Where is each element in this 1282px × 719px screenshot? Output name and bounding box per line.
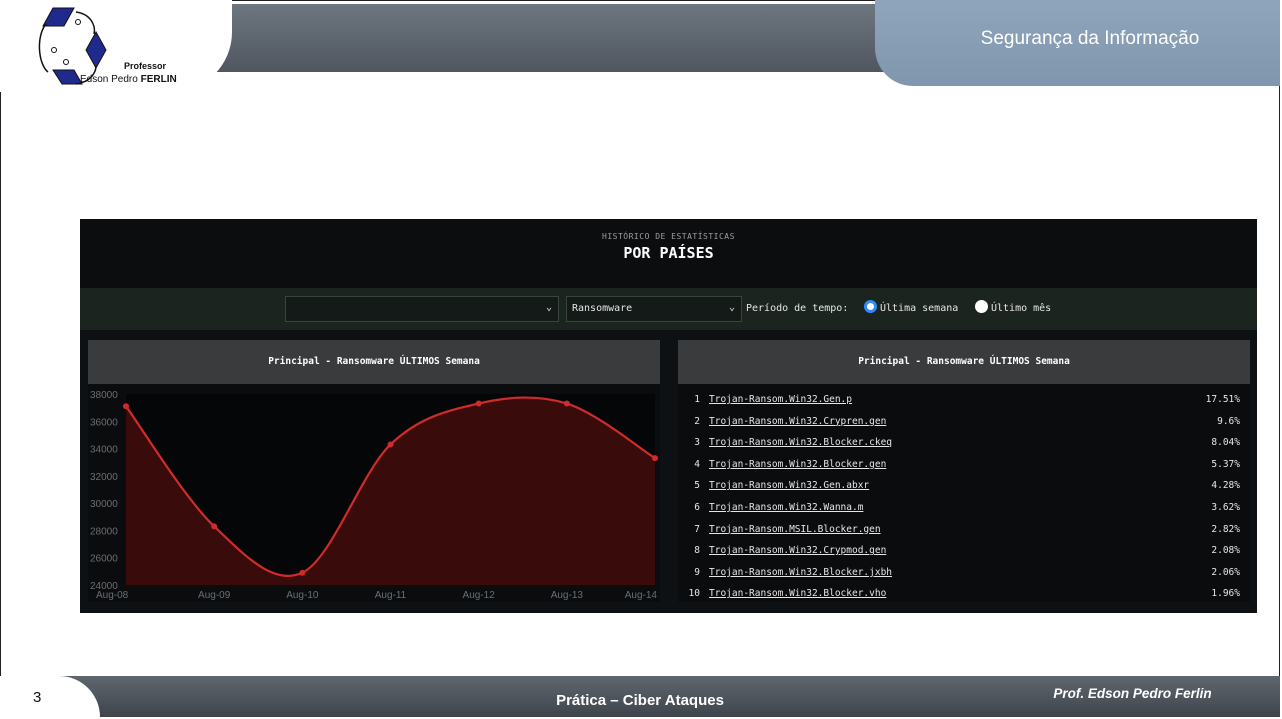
top-list-panel: Principal - Ransomware ÚLTIMOS Semana 1T…: [678, 340, 1250, 602]
widget-header: HISTÓRICO DE ESTATÍSTICAS POR PAÍSES: [80, 219, 1257, 288]
x-tick-label: Aug-11: [375, 590, 407, 601]
logo-professor-label: Professor: [124, 61, 167, 71]
widget-title: POR PAÍSES: [623, 244, 714, 262]
list-item-link[interactable]: Trojan-Ransom.MSIL.Blocker.gen: [709, 524, 881, 535]
chevron-down-icon: ⌄: [728, 302, 735, 313]
y-tick-label: 34000: [90, 445, 118, 456]
list-item-percent: 2.06%: [1211, 566, 1240, 578]
list-item-percent: 4.28%: [1211, 480, 1240, 492]
x-tick-label: Aug-14: [625, 590, 658, 601]
list-item-percent: 2.08%: [1211, 545, 1240, 557]
country-select[interactable]: ⌄: [285, 296, 559, 322]
y-tick-label: 26000: [90, 554, 118, 565]
data-point-Aug-09: [211, 523, 218, 530]
x-tick-label: Aug-12: [463, 590, 496, 601]
list-item-rank: 9: [694, 566, 700, 578]
x-tick-label: Aug-08: [96, 590, 129, 601]
y-tick-label: 36000: [90, 417, 118, 428]
list-item: 3 Trojan-Ransom.Win32.Blocker.ckeq 8.04%: [678, 432, 1250, 453]
radio-last-week[interactable]: [864, 300, 877, 313]
list-item-link[interactable]: Trojan-Ransom.Win32.Wanna.m: [709, 502, 863, 513]
list-item-rank: 4: [694, 458, 700, 470]
list-item-percent: 9.6%: [1217, 415, 1240, 427]
list-item-rank: 1: [694, 394, 700, 405]
list-item: 8 Trojan-Ransom.Win32.Crypmod.gen 2.08%: [678, 540, 1250, 561]
list-item: 7 Trojan-Ransom.MSIL.Blocker.gen 2.82%: [678, 519, 1250, 540]
list-item-rank: 8: [694, 545, 700, 557]
y-tick-label: 30000: [90, 499, 118, 510]
x-tick-label: Aug-09: [198, 590, 231, 601]
logo: Professor Edson Pedro FERLIN: [0, 0, 232, 92]
list-item: 6 Trojan-Ransom.Win32.Wanna.m 3.62%: [678, 497, 1250, 518]
list-item: 2 Trojan-Ransom.Win32.Crypren.gen 9.6%: [678, 411, 1250, 432]
widget-subtitle: HISTÓRICO DE ESTATÍSTICAS: [602, 232, 735, 241]
list-item-percent: 2.82%: [1211, 523, 1240, 535]
list-item-rank: 5: [694, 480, 700, 492]
x-tick-label: Aug-10: [286, 590, 319, 601]
list-item: 10 Trojan-Ransom.Win32.Blocker.vho 1.96%: [678, 583, 1250, 604]
data-point-Aug-14: [652, 455, 658, 462]
radio-last-week-label[interactable]: Última semana: [880, 303, 958, 314]
y-tick-label: 38000: [90, 390, 118, 401]
data-point-Aug-08: [123, 403, 129, 410]
list-item-percent: 8.04%: [1211, 437, 1240, 449]
list-item-percent: 1.96%: [1211, 588, 1240, 600]
footer-title: Prática – Ciber Ataques: [556, 692, 724, 709]
list-item-link[interactable]: Trojan-Ransom.Win32.Crypren.gen: [709, 416, 886, 427]
list-item-link[interactable]: Trojan-Ransom.Win32.Blocker.vho: [709, 588, 886, 599]
radio-last-month-label[interactable]: Último mês: [991, 303, 1051, 314]
logo-name-first: Edson Pedro: [80, 74, 141, 85]
list-item: 4 Trojan-Ransom.Win32.Blocker.gen 5.37%: [678, 454, 1250, 475]
logo-name-last: FERLIN: [140, 74, 177, 85]
list-item-rank: 2: [694, 415, 700, 427]
list-item-link[interactable]: Trojan-Ransom.Win32.Gen.abxr: [709, 480, 869, 491]
list-item-link[interactable]: Trojan-Ransom.Win32.Blocker.ckeq: [709, 437, 892, 448]
y-tick-label: 28000: [90, 526, 118, 537]
x-tick-label: Aug-13: [551, 590, 584, 601]
footer-author: Prof. Edson Pedro Ferlin: [1053, 686, 1212, 701]
data-point-Aug-10: [299, 569, 306, 576]
list-item-rank: 7: [694, 523, 700, 535]
list-item-link[interactable]: Trojan-Ransom.Win32.Gen.p: [709, 394, 852, 405]
chart-panel: Principal - Ransomware ÚLTIMOS Semana 24…: [88, 340, 660, 602]
y-tick-label: 32000: [90, 472, 118, 483]
list-item-rank: 3: [694, 437, 700, 449]
data-point-Aug-12: [475, 400, 482, 407]
radio-last-month[interactable]: [975, 300, 988, 313]
list-item-percent: 5.37%: [1211, 458, 1240, 470]
line-chart: 2400026000280003000032000340003600038000…: [90, 390, 658, 601]
list-item-link[interactable]: Trojan-Ransom.Win32.Blocker.gen: [709, 459, 886, 470]
slide-title: Segurança da Informação: [980, 28, 1200, 49]
logo-name-label: Edson Pedro FERLIN: [80, 74, 177, 85]
data-point-Aug-11: [387, 441, 394, 448]
list-item: 5 Trojan-Ransom.Win32.Gen.abxr 4.28%: [678, 475, 1250, 496]
filter-bar: ⌄ Ransomware ⌄ Período de tempo: Última …: [80, 288, 1257, 330]
list-item: 9 Trojan-Ransom.Win32.Blocker.jxbh 2.06%: [678, 562, 1250, 583]
list-item-percent: 17.51%: [1205, 394, 1240, 405]
list-item-rank: 6: [694, 502, 700, 513]
threat-type-select-value: Ransomware: [572, 303, 633, 314]
chart-panel-title: Principal - Ransomware ÚLTIMOS Semana: [88, 340, 660, 384]
list-panel-title: Principal - Ransomware ÚLTIMOS Semana: [678, 340, 1250, 384]
list-item-rank: 10: [688, 588, 700, 600]
period-label: Período de tempo:: [746, 303, 849, 314]
chevron-down-icon: ⌄: [545, 302, 552, 313]
list-item-percent: 3.62%: [1211, 502, 1240, 513]
list-item-link[interactable]: Trojan-Ransom.Win32.Blocker.jxbh: [709, 567, 892, 578]
list-item-link[interactable]: Trojan-Ransom.Win32.Crypmod.gen: [709, 545, 886, 556]
stats-widget: HISTÓRICO DE ESTATÍSTICAS POR PAÍSES ⌄ R…: [80, 219, 1257, 613]
data-point-Aug-13: [563, 400, 570, 407]
threat-type-select[interactable]: Ransomware ⌄: [566, 296, 742, 322]
list-item: 1 Trojan-Ransom.Win32.Gen.p 17.51%: [678, 389, 1250, 410]
page-number: 3: [33, 689, 42, 706]
